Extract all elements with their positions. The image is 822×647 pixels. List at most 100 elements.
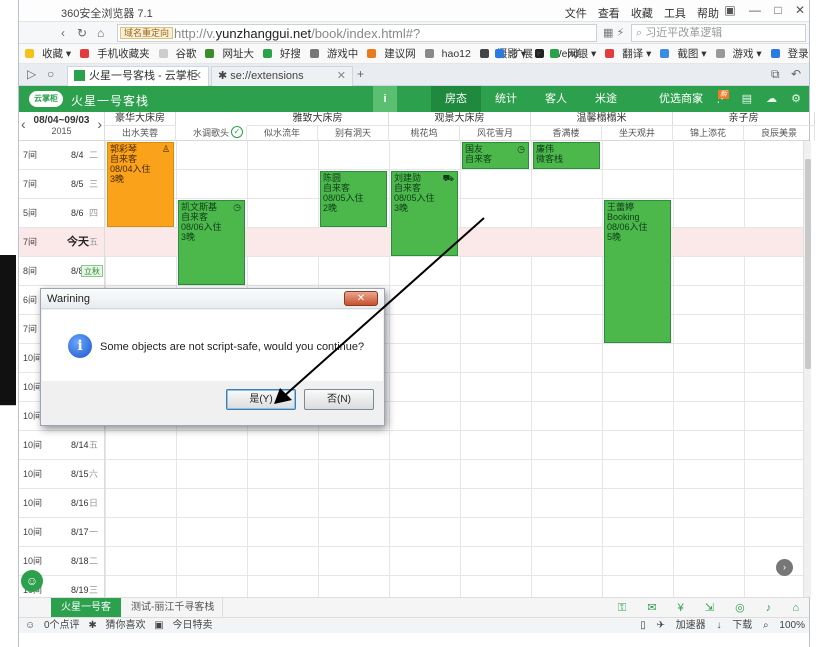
bookmark-mobile[interactable]: 手机收藏夹 [80,44,150,63]
url-field[interactable]: 域名重定向 http://v.yunzhanggui.net/book/inde… [117,24,597,42]
maximize-icon[interactable]: □ [774,3,781,17]
check-icon[interactable]: ✓ [231,126,243,138]
room-name[interactable]: 良辰美景 [744,126,815,141]
bookmark-google[interactable]: 谷歌 [158,44,197,63]
phone-icon[interactable]: ▯ [640,620,646,631]
tab-yunzhanggui[interactable]: 火星一号客栈 - 云掌柜 ✕ [67,66,209,86]
lightning-icon[interactable]: ⚡ [616,27,624,39]
record-icon[interactable]: ◎ [735,602,745,614]
date-row[interactable]: 10间 8/17 一 [19,518,803,547]
bookmark-haosou[interactable]: 好搜 [262,44,301,63]
ext-games[interactable]: 游戏 ▾ [715,44,762,63]
nav-stats[interactable]: 统计 [481,86,531,112]
nav-guests[interactable]: 客人 [531,86,581,112]
ext-extensions[interactable]: 扩展 ▾ [495,44,541,63]
date-range-picker[interactable]: ‹ 08/04~09/03 2015 › [19,112,105,141]
date-row[interactable]: 10间 8/14 五 [19,431,803,460]
gear-icon[interactable]: ⚙ [791,93,801,105]
next-arrow-icon[interactable]: › [97,116,102,132]
guess-like[interactable]: ✱ 猜你喜欢 [88,620,145,631]
comments-status[interactable]: ☺ 0个点评 [25,620,80,631]
today-sale[interactable]: ▣ 今日特卖 [154,620,212,631]
ext-translate[interactable]: 翻译 ▾ [605,44,651,63]
date-row[interactable]: 10间8/19三 [19,576,803,597]
bookmark-hao12[interactable]: hao12 [424,44,471,63]
address-icons: ▦ ⚡ [603,26,624,39]
home-icon[interactable]: ⌂ [792,602,799,614]
room-name[interactable]: 锦上添花 [673,126,744,141]
booking-card[interactable]: 廉伟 微客栈 [533,142,600,169]
bookmark-wangzhi[interactable]: 网址大 [205,44,254,63]
date-row[interactable]: 10间 8/18 二 [19,547,803,576]
no-button[interactable]: 否(N) [304,389,374,410]
mail-icon[interactable]: ✉ [647,602,656,614]
user-service-icon[interactable]: ☺ [21,570,43,592]
undo-close-icon[interactable]: ↶ [791,67,801,81]
nav-mitu[interactable]: 米途 [581,86,631,112]
lock-icon[interactable]: ⚿ [618,602,626,614]
exit-icon[interactable]: ⇲ [705,602,714,614]
restore-icon[interactable]: ○ [47,67,54,81]
footer-tab-hotel2[interactable]: 测试-丽江千寻客栈 [123,598,224,618]
menu-file[interactable]: 文件 [565,8,587,20]
nav-room-status[interactable]: 房态 [431,86,481,112]
yes-button[interactable]: 是(Y) [226,389,296,410]
zoom-level[interactable]: ⌕ 100% [763,620,805,631]
room-name[interactable]: 出水芙蓉 [105,126,176,141]
date-row[interactable]: 10间 8/15 六 [19,460,803,489]
ext-screenshot[interactable]: 截图 ▾ [660,44,707,63]
grid-icon[interactable]: ▦ [603,27,613,39]
minimize-icon[interactable]: — [749,3,761,17]
room-name[interactable]: 香满楼 [531,126,602,141]
close-tab-icon[interactable]: ✕ [337,67,346,85]
room-name[interactable]: 坐天观井 [602,126,673,141]
accelerator[interactable]: ✈ 加速器 [657,620,706,631]
ext-bank[interactable]: 网银 ▾ [550,44,596,63]
refresh-icon[interactable]: ↻ [77,26,87,40]
share-icon[interactable]: ⋰ [717,93,728,105]
search-input[interactable]: ⌕ 习近平改革逻辑 [631,24,806,42]
list-icon[interactable]: ▤ [742,93,752,105]
new-tab-icon[interactable]: + [357,67,364,81]
download[interactable]: ↓ 下载 [716,620,752,631]
info-icon[interactable]: i [373,86,397,112]
booking-card[interactable]: 国友 自来客 ◷ [462,142,529,169]
tab-list-icon[interactable]: ⧉ [771,67,780,82]
room-name[interactable]: 似水流年 [247,126,318,141]
vertical-scrollbar[interactable] [803,141,811,597]
menu-favorites[interactable]: 收藏 [631,8,653,20]
ext-login[interactable]: 登录管家 [770,44,809,63]
sidebar-toggle-icon[interactable]: ▷ [27,67,36,81]
home-icon[interactable]: ⌂ [97,26,104,40]
menu-view[interactable]: 查看 [598,8,620,20]
date-row[interactable]: 10间 8/16 日 [19,489,803,518]
bookmark-jianyi[interactable]: 建议网 [367,44,416,63]
footer-tab-hotel1[interactable]: 火星一号客栈 [51,598,121,633]
booking-card[interactable]: 凯文斯基 自来客 08/06入住 3晚 ◷ [178,200,245,285]
price-icon[interactable]: ¥ [678,602,684,614]
prev-arrow-icon[interactable]: ‹ [21,116,26,132]
dialog-close-icon[interactable]: ✕ [344,291,378,306]
scrollbar-thumb[interactable] [805,159,811,369]
booking-card[interactable]: 郭彩琴 自来客 08/04入住 3晚 ♙ [107,142,174,227]
hotel-name[interactable]: 火星一号客栈 [71,92,149,109]
booking-card[interactable]: 刘建勋 自来客 08/05入住 3晚 ⛟ [391,171,458,256]
menu-tools[interactable]: 工具 [664,8,686,20]
next-page-icon[interactable]: › [776,559,793,576]
skin-icon[interactable]: ▣ [724,3,735,17]
bookmark-favorites[interactable]: 收藏 ▾ [25,44,71,63]
room-name[interactable]: 风花雪月 [460,126,531,141]
bookmark-game[interactable]: 游戏中 [309,44,358,63]
room-name[interactable]: 桃花坞 [389,126,460,141]
date-row[interactable]: 8间 8/8 立秋 [19,257,803,286]
tab-extensions[interactable]: ✱ se://extensions ✕ [211,66,353,86]
search-icon[interactable]: ⌕ [696,93,702,105]
bell-icon[interactable]: ♪ [766,602,772,614]
room-name[interactable]: 别有洞天 [318,126,389,141]
close-tab-icon[interactable]: ✕ [193,67,202,85]
booking-card[interactable]: 王蕾婷 Booking 08/06入住 5晚 [604,200,671,343]
booking-card[interactable]: 陈圆 自来客 08/05入住 2晚 [320,171,387,227]
close-icon[interactable]: ✕ [795,3,805,17]
cloud-icon[interactable]: ☁ [766,93,777,105]
back-icon[interactable]: ‹ [61,26,65,40]
